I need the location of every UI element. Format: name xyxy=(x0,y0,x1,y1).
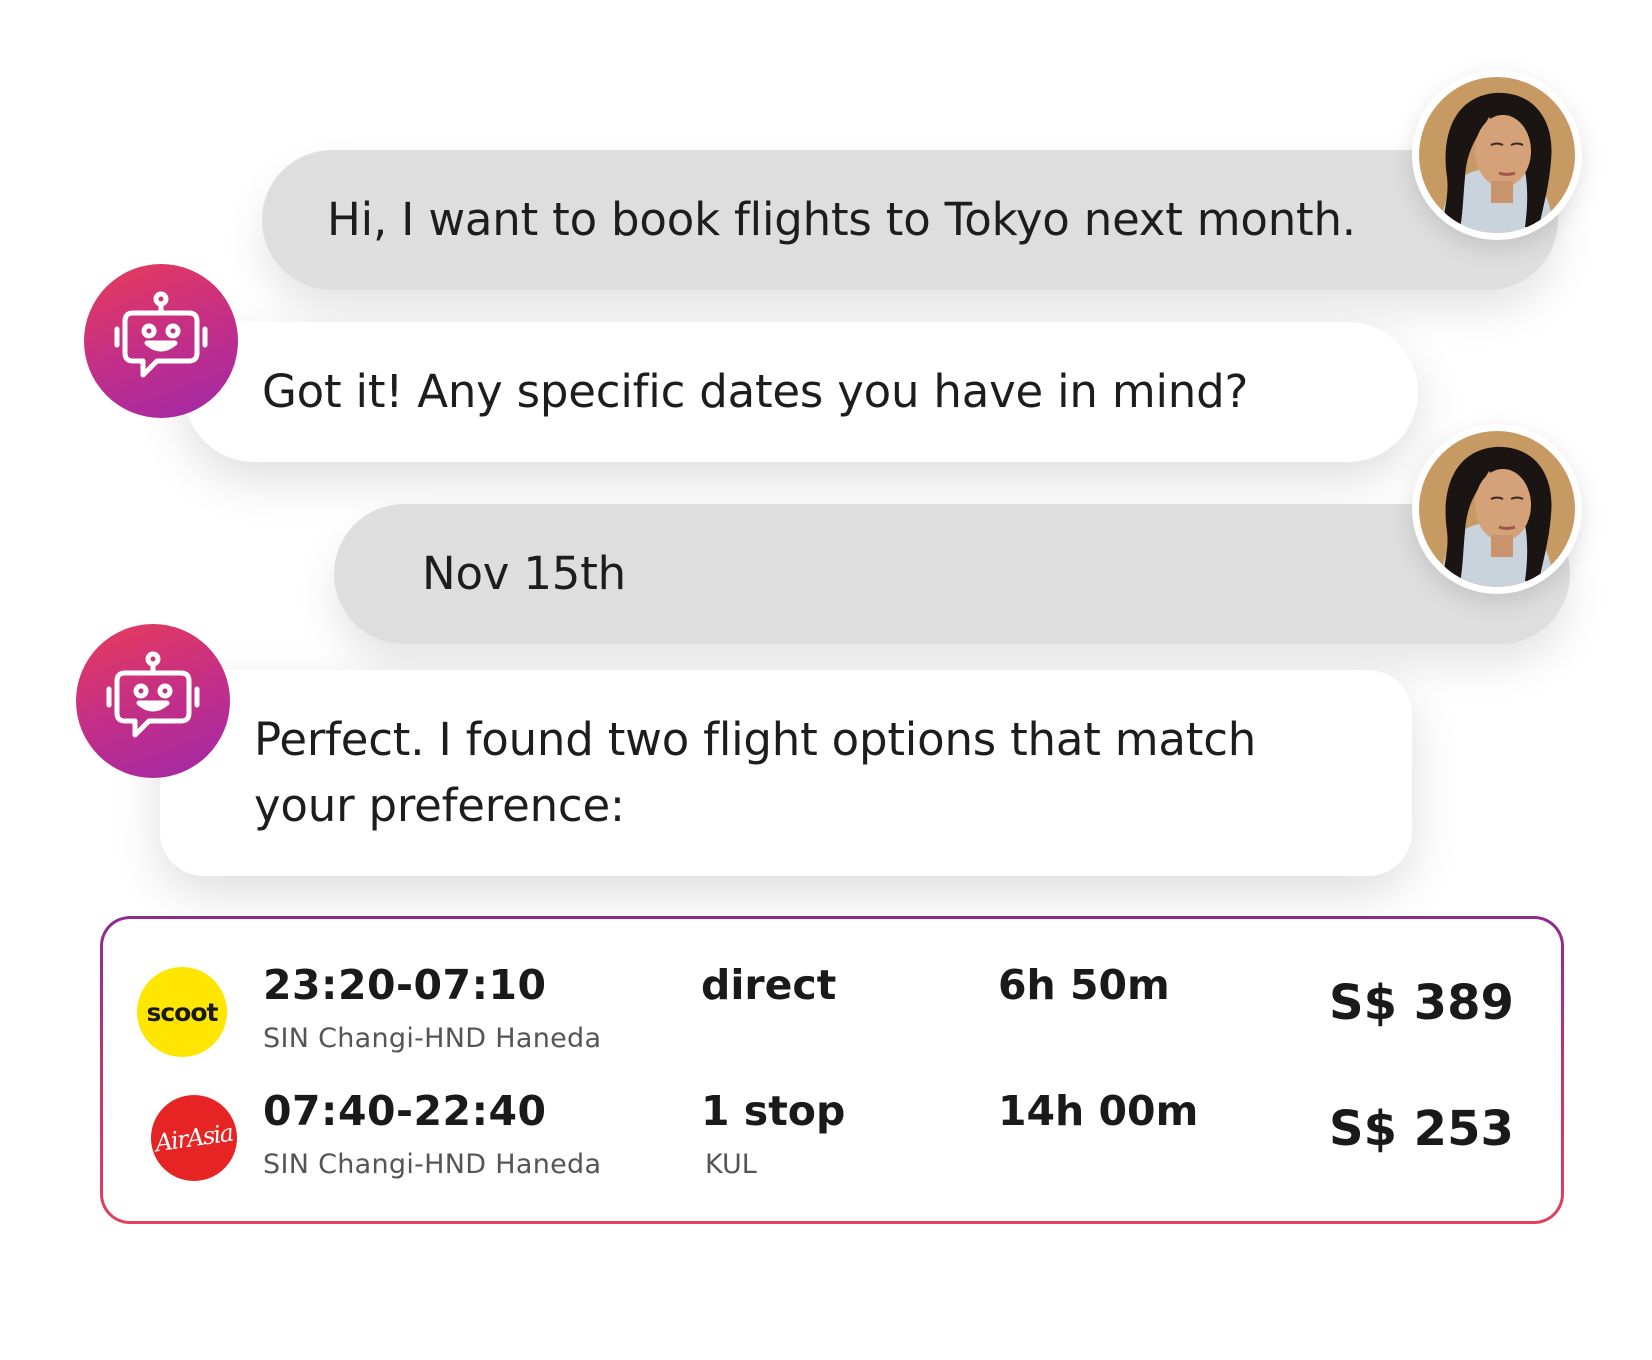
robot-icon xyxy=(114,291,208,378)
flight-stops: 1 stop xyxy=(701,1087,846,1135)
bot-message-text: Perfect. I found two flight options that… xyxy=(254,707,1256,839)
bot-message-line: Perfect. I found two flight options that… xyxy=(254,713,1257,766)
bot-message-text: Got it! Any specific dates you have in m… xyxy=(262,365,1249,418)
flight-results-list: scoot 23:20-07:10 SIN Changi-HND Haneda … xyxy=(103,919,1561,1221)
flight-times: 07:40-22:40 xyxy=(263,1087,547,1135)
flight-route: SIN Changi-HND Haneda xyxy=(263,1023,602,1054)
robot-icon xyxy=(106,651,200,738)
bot-avatar xyxy=(84,264,238,418)
user-message-text: Nov 15th xyxy=(422,547,626,600)
flight-price: S$ 253 xyxy=(1329,1101,1514,1157)
airasia-logo-icon: AirAsia xyxy=(151,1095,237,1181)
flight-times: 23:20-07:10 xyxy=(263,961,547,1009)
user-message-bubble: Hi, I want to book flights to Tokyo next… xyxy=(262,150,1558,290)
bot-message-bubble: Perfect. I found two flight options that… xyxy=(160,670,1412,876)
airline-logo-text: scoot xyxy=(146,997,218,1027)
flight-results-card: scoot 23:20-07:10 SIN Changi-HND Haneda … xyxy=(100,916,1564,1224)
bot-message-bubble: Got it! Any specific dates you have in m… xyxy=(184,322,1418,462)
scoot-logo-icon: scoot xyxy=(137,967,227,1057)
user-message-text: Hi, I want to book flights to Tokyo next… xyxy=(327,193,1356,246)
user-portrait-icon xyxy=(1419,431,1575,587)
user-avatar xyxy=(1412,70,1582,240)
flight-option-row[interactable]: scoot 23:20-07:10 SIN Changi-HND Haneda … xyxy=(103,961,1561,1071)
user-portrait-icon xyxy=(1419,77,1575,233)
user-avatar xyxy=(1412,424,1582,594)
flight-duration: 14h 00m xyxy=(998,1087,1199,1135)
bot-avatar xyxy=(76,624,230,778)
bot-message-line: your preference: xyxy=(254,779,625,832)
flight-stops: direct xyxy=(701,961,837,1009)
flight-price: S$ 389 xyxy=(1329,975,1514,1031)
user-message-bubble: Nov 15th xyxy=(334,504,1570,644)
flight-duration: 6h 50m xyxy=(998,961,1170,1009)
airline-logo-text: AirAsia xyxy=(153,1118,235,1158)
flight-route: SIN Changi-HND Haneda xyxy=(263,1149,602,1180)
flight-option-row[interactable]: AirAsia 07:40-22:40 SIN Changi-HND Haned… xyxy=(103,1087,1561,1197)
flight-stop-airport: KUL xyxy=(705,1149,757,1180)
